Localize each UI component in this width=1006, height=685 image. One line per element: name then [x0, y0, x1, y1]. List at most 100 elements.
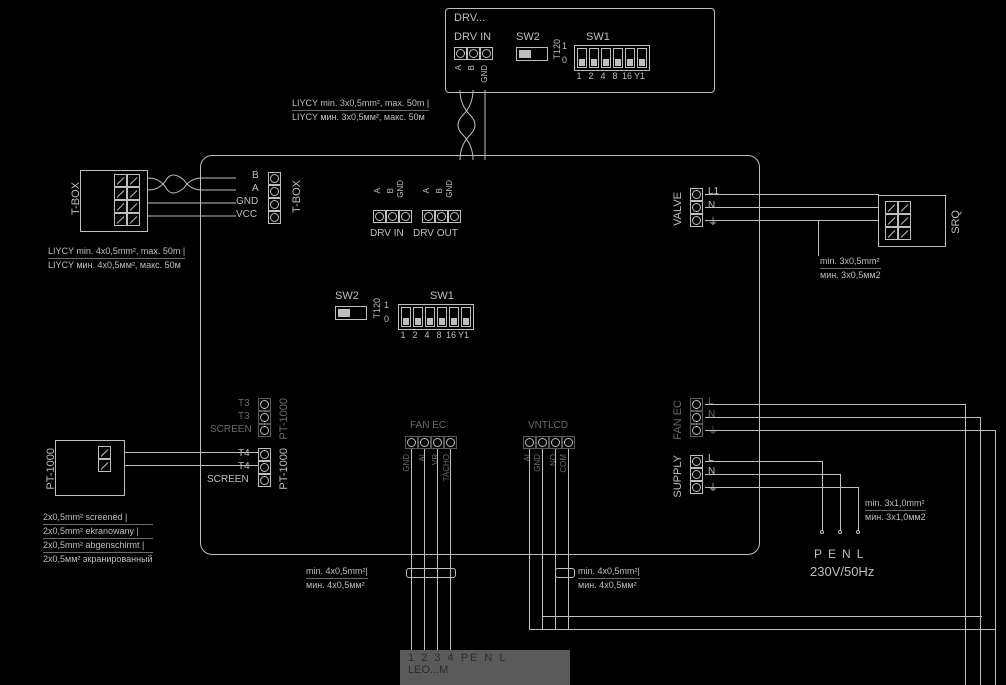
wire: [529, 629, 995, 630]
pin-label: B: [252, 170, 259, 181]
note-line: 2x0,5mm² screened |: [43, 512, 153, 525]
fanec-term-gray: [431, 436, 444, 449]
twisted-pair-icon: [148, 170, 236, 230]
dip-num: 2: [410, 330, 420, 340]
dip-num: 1: [398, 330, 408, 340]
cable-note-liycy4: LIYCY min. 4x0,5mm², max. 50m | LIYCY ми…: [48, 246, 185, 273]
pin-label-gray: AI: [523, 454, 532, 462]
mains-n: N: [842, 547, 857, 561]
wire: [822, 461, 823, 531]
pin-label-gray: N: [708, 409, 715, 420]
tbox-terminal: [268, 211, 281, 224]
sw2-label: SW2: [516, 31, 540, 43]
tbox-ext-label: T-BOX: [70, 182, 82, 215]
pin-label: VCC: [236, 209, 257, 220]
fanec-r-terminal: [690, 424, 703, 437]
t120-label: T120: [552, 39, 562, 60]
pin-label: T4: [238, 448, 250, 459]
note-line: LIYCY мин. 3x0,5мм², макс. 50м: [292, 112, 429, 124]
dip-num: 4: [598, 71, 608, 81]
note-line: LIYCY min. 3x0,5mm², max. 50m |: [292, 98, 429, 111]
wire: [529, 449, 530, 629]
pin-label-gray: NO: [549, 454, 558, 466]
wire: [705, 404, 965, 405]
wire: [705, 417, 980, 418]
mains-spec: 230V/50Hz: [810, 564, 874, 579]
wire: [858, 487, 859, 531]
cable-note-min4x05: min. 4x0,5mm²| мин. 4x0,5мм²: [306, 566, 368, 593]
wire: [995, 430, 996, 685]
cable-tie-icon: [555, 568, 575, 578]
note-line: мин. 3x1,0мм2: [865, 512, 926, 524]
drv-module: DRV... DRV IN A B GND SW2 T120 1 0 SW1 1…: [445, 8, 715, 93]
fan-ec-gray-label: FAN EC: [410, 420, 446, 431]
pin-label: A: [454, 65, 463, 70]
wire: [705, 487, 858, 488]
pin-label: A: [252, 183, 259, 194]
drv-terminal: [399, 210, 412, 223]
note-line: min. 3x1,0mm²: [865, 498, 926, 511]
pin-label: B: [386, 188, 395, 193]
pt1000-external: [55, 440, 125, 496]
wire: [542, 449, 543, 629]
sw-scale: 0: [562, 55, 567, 65]
pin-label: L1: [708, 186, 719, 197]
pin-label-gray: COM: [559, 454, 568, 473]
pin-label-gray: GND: [533, 454, 542, 472]
pt1000-terminal: [258, 448, 271, 461]
dip-num: Y1: [634, 71, 644, 81]
sw-scale: 1: [562, 41, 567, 51]
wire: [705, 207, 879, 208]
cable-note-min3x05: min. 3x0,5mm² мин. 3x0,5мм2: [820, 256, 881, 283]
pin-label-gray: L: [708, 396, 714, 407]
note-line: 2x0,5мм² экранированный: [43, 554, 153, 566]
mains-l: L: [857, 547, 870, 561]
pin-label-gray: VR: [431, 454, 440, 465]
drv-terminal: [422, 210, 435, 223]
vntlcd-term-gray: [549, 436, 562, 449]
cable-note-liycy3: LIYCY min. 3x0,5mm², max. 50m | LIYCY ми…: [292, 98, 429, 125]
drv-in-label: DRV IN: [370, 228, 404, 239]
wire: [980, 417, 981, 685]
note-line: min. 4x0,5mm²|: [306, 566, 368, 579]
dip-num: 4: [422, 330, 432, 340]
sw2-label: SW2: [335, 290, 359, 302]
leader-line: [818, 220, 819, 256]
valve-terminal: [690, 188, 703, 201]
note-line: min. 4x0,5mm²|: [578, 566, 640, 579]
pin-label: SCREEN: [207, 474, 249, 485]
pt1000-terminal-gray: [258, 398, 271, 411]
dip-switch-sw1[interactable]: 1 2 4 8 16 Y1: [574, 45, 650, 81]
dip-num: 8: [610, 71, 620, 81]
pin-label: GND: [480, 65, 489, 83]
note-line: мин. 4x0,5мм²: [306, 580, 368, 592]
drv-terminal: [386, 210, 399, 223]
t120-label: T120: [372, 298, 382, 319]
mains-pe: PE: [814, 547, 842, 561]
drv-in-label: DRV IN: [454, 31, 491, 43]
wire: [705, 461, 822, 462]
dip-num: 16: [622, 71, 632, 81]
switch-sw2[interactable]: [516, 47, 548, 61]
sw1-label: SW1: [430, 290, 454, 302]
switch-sw2-board[interactable]: [335, 306, 367, 320]
pin-label-gray: AI: [418, 454, 427, 462]
supply-label: SUPPLY: [672, 455, 684, 498]
dip-switch-sw1-board[interactable]: 1 2 4 8 16 Y1: [398, 304, 474, 340]
dip-num: Y1: [458, 330, 468, 340]
note-line: LIYCY мин. 4x0,5мм², макс. 50м: [48, 260, 185, 272]
tbox-terminal: [268, 198, 281, 211]
fanec-term-gray: [405, 436, 418, 449]
cable-note-min3x10: min. 3x1,0mm² мин. 3x1,0мм2: [865, 498, 926, 525]
valve-terminal: [690, 201, 703, 214]
note-line: мин. 4x0,5мм²: [578, 580, 640, 592]
wire: [705, 194, 879, 195]
pin-label: B: [467, 65, 476, 70]
twisted-pair-icon: [455, 90, 495, 160]
pin-label: T4: [238, 461, 250, 472]
pt1000-terminal: [258, 461, 271, 474]
dip-num: 16: [446, 330, 456, 340]
cable-note-screened: 2x0,5mm² screened | 2x0,5mm² ekranowany …: [43, 512, 153, 567]
drv-terminal: [448, 210, 461, 223]
dip-num: 8: [434, 330, 444, 340]
